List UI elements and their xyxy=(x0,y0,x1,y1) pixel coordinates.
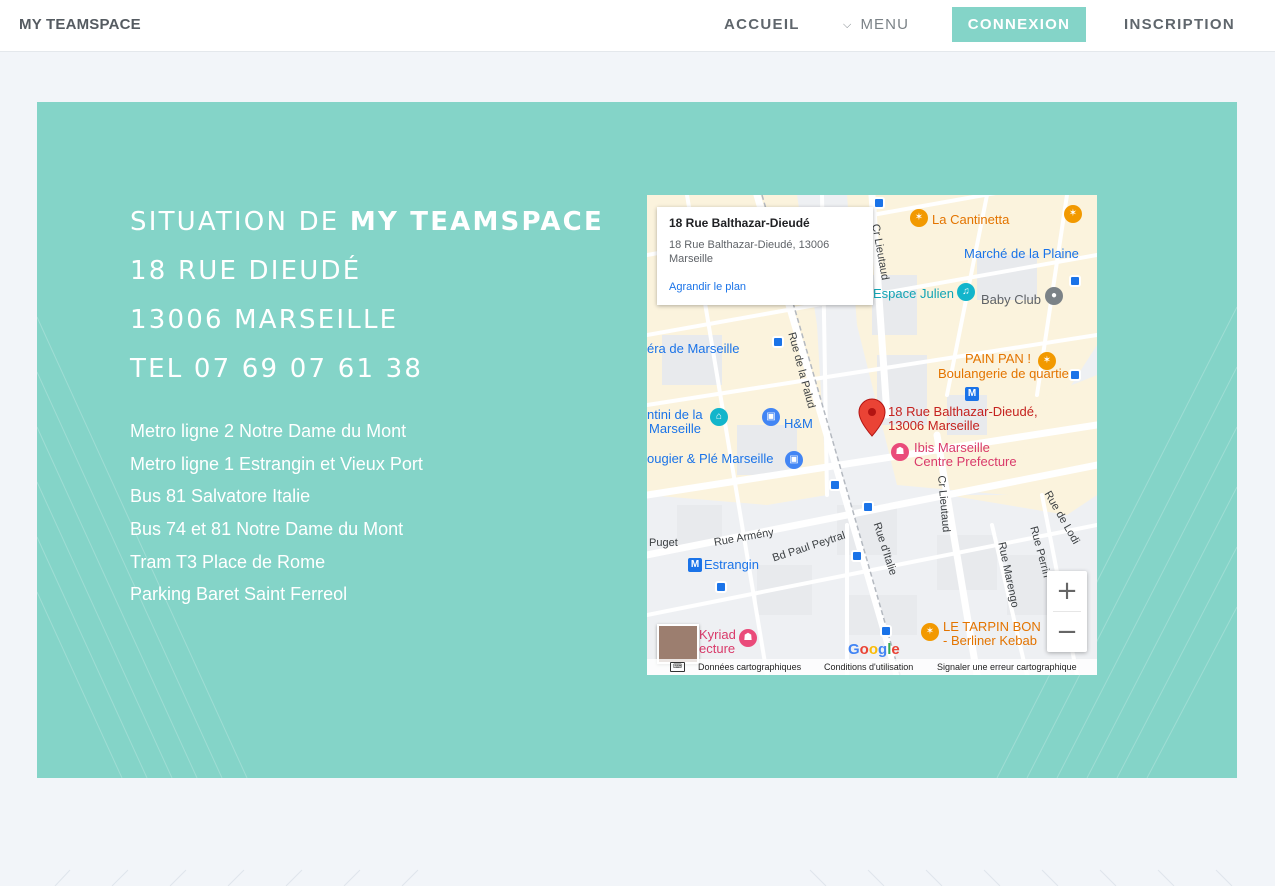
view-larger-map-link[interactable]: Agrandir le plan xyxy=(669,281,746,293)
heading-brand: MY TEAMSPACE xyxy=(349,207,604,237)
address-line: 18 RUE DIEUDÉ xyxy=(130,256,362,286)
google-letter: e xyxy=(891,641,900,658)
place-label[interactable]: Espace Julien xyxy=(873,287,954,301)
google-letter: o xyxy=(868,641,879,658)
street-label: Puget xyxy=(649,537,678,549)
shopping-icon[interactable]: ▣ xyxy=(762,408,780,426)
info-window-address: 18 Rue Balthazar-Dieudé, 13006 Marseille xyxy=(669,239,830,265)
google-logo[interactable]: Google xyxy=(848,641,900,658)
nav-accueil[interactable]: ACCUEIL xyxy=(724,16,800,33)
nav-inscription[interactable]: INSCRIPTION xyxy=(1124,16,1235,33)
place-label[interactable]: PAIN PAN ! xyxy=(965,352,1031,366)
hotel-icon[interactable]: ☗ xyxy=(739,629,757,647)
transport-item: Metro ligne 2 Notre Dame du Mont xyxy=(130,421,407,441)
map-attribution-bar: ⌨ Données cartographiques Conditions d'u… xyxy=(647,659,1097,675)
transport-list: Metro ligne 2 Notre Dame du Mont Metro l… xyxy=(130,415,604,611)
place-label[interactable]: H&M xyxy=(784,417,813,431)
place-label[interactable]: ntini de la xyxy=(647,408,703,422)
bus-stop-icon[interactable] xyxy=(772,336,784,348)
metro-icon[interactable]: M xyxy=(965,387,979,401)
bar-icon[interactable]: ✶ xyxy=(1064,205,1082,223)
place-label[interactable]: Marché de la Plaine xyxy=(964,247,1079,261)
bus-stop-icon[interactable] xyxy=(880,625,892,637)
connexion-button[interactable]: CONNEXION xyxy=(952,7,1086,42)
heading-prefix: SITUATION DE xyxy=(130,207,350,237)
bus-stop-icon[interactable] xyxy=(829,479,841,491)
zoom-out-button[interactable]: − xyxy=(1047,612,1087,652)
bus-stop-icon[interactable] xyxy=(1069,369,1081,381)
restaurant-icon[interactable]: ✶ xyxy=(910,209,928,227)
place-label[interactable]: Centre Prefecture xyxy=(914,455,1017,469)
place-label[interactable]: ecture xyxy=(699,642,735,656)
place-label[interactable]: Estrangin xyxy=(704,558,759,572)
transport-item: Tram T3 Place de Rome xyxy=(130,551,326,572)
top-navigation-bar: MY TEAMSPACE ACCUEIL ⌵ MENU CONNEXION INS… xyxy=(0,0,1275,52)
bus-stop-icon[interactable] xyxy=(715,581,727,593)
brand-logo[interactable]: MY TEAMSPACE xyxy=(19,16,141,33)
nav-menu-label: MENU xyxy=(860,16,910,33)
google-letter: G xyxy=(848,641,860,658)
place-label[interactable]: - Berliner Kebab xyxy=(943,634,1037,648)
city-line: 13006 MARSEILLE xyxy=(130,305,399,335)
place-label[interactable]: Ibis Marseille xyxy=(914,441,990,455)
chevron-down-icon: ⌵ xyxy=(843,19,853,31)
place-label[interactable]: Baby Club xyxy=(981,293,1041,307)
place-label[interactable]: LE TARPIN BON xyxy=(943,620,1041,634)
satellite-view-toggle[interactable] xyxy=(657,624,699,664)
place-label[interactable]: Kyriad xyxy=(699,628,736,642)
bus-stop-icon[interactable] xyxy=(1069,275,1081,287)
location-info: SITUATION DE MY TEAMSPACE 18 RUE DIEUDÉ … xyxy=(130,198,604,611)
place-label[interactable]: Boulangerie de quartier xyxy=(938,367,1073,381)
info-window-title: 18 Rue Balthazar-Dieudé xyxy=(669,216,810,230)
place-label[interactable]: La Cantinetta xyxy=(932,213,1009,227)
place-pin-icon[interactable]: ● xyxy=(1045,287,1063,305)
zoom-controls: + − xyxy=(1047,571,1087,652)
transport-item: Bus 81 Salvatore Italie xyxy=(130,486,311,507)
place-label[interactable]: Marseille xyxy=(649,422,701,436)
google-map[interactable]: Cr Lieutaud Rue de la Palud Rue Armény B… xyxy=(647,195,1097,675)
bus-stop-icon[interactable] xyxy=(851,550,863,562)
phone-line: TEL 07 69 07 61 38 xyxy=(130,354,424,384)
transport-item: Metro ligne 1 Estrangin et Vieux Port xyxy=(130,453,423,474)
restaurant-icon[interactable]: ✶ xyxy=(921,623,939,641)
bus-stop-icon[interactable] xyxy=(862,501,874,513)
keyboard-icon[interactable]: ⌨ xyxy=(670,662,685,672)
nav-menu[interactable]: ⌵ MENU xyxy=(843,16,909,33)
bakery-icon[interactable]: ✶ xyxy=(1038,352,1056,370)
marker-label[interactable]: 18 Rue Balthazar-Dieudé, xyxy=(888,405,1038,419)
terms-link[interactable]: Conditions d'utilisation xyxy=(824,659,913,675)
location-heading: SITUATION DE MY TEAMSPACE xyxy=(130,198,604,247)
transport-item: Parking Baret Saint Ferreol xyxy=(130,584,348,605)
hotel-icon[interactable]: ☗ xyxy=(891,443,909,461)
transport-item: Bus 74 et 81 Notre Dame du Mont xyxy=(130,519,404,540)
shopping-icon[interactable]: ▣ xyxy=(785,451,803,469)
google-letter: g xyxy=(878,641,888,658)
marker-label[interactable]: 13006 Marseille xyxy=(888,419,980,433)
bus-stop-icon[interactable] xyxy=(873,197,885,209)
google-letter: o xyxy=(859,641,869,658)
museum-icon[interactable]: ⌂ xyxy=(710,408,728,426)
music-icon[interactable]: ♫ xyxy=(957,283,975,301)
zoom-in-button[interactable]: + xyxy=(1047,571,1087,611)
bottom-diagonal-decoration xyxy=(54,869,1233,886)
metro-icon[interactable]: M xyxy=(688,558,702,572)
report-error-link[interactable]: Signaler une erreur cartographique xyxy=(937,659,1077,675)
place-label[interactable]: éra de Marseille xyxy=(647,342,740,356)
map-info-window: 18 Rue Balthazar-Dieudé 18 Rue Balthazar… xyxy=(657,207,873,305)
place-label[interactable]: ougier & Plé Marseille xyxy=(647,452,773,466)
location-section: SITUATION DE MY TEAMSPACE 18 RUE DIEUDÉ … xyxy=(37,102,1237,778)
map-data-link[interactable]: Données cartographiques xyxy=(698,659,801,675)
